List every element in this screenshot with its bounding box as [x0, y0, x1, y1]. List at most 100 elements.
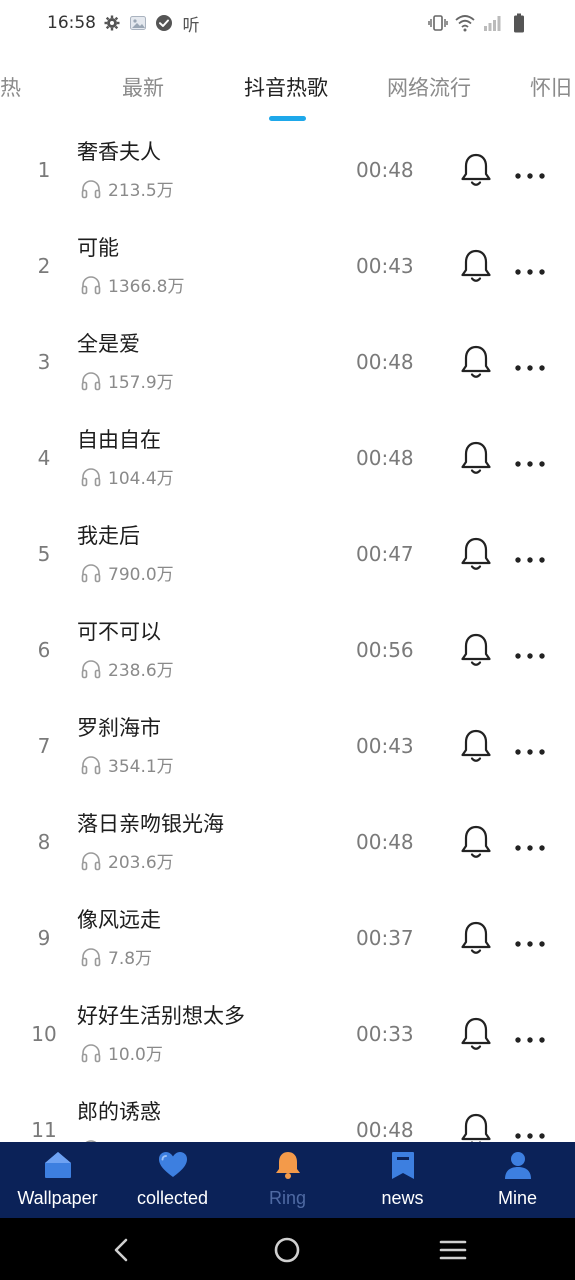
song-list: 1 奢香夫人 213.5万 00:48 2 可能 1366.8万 00:43 3 全是爱 157.9…: [0, 122, 575, 1142]
song-duration: 00:48: [356, 830, 414, 854]
menu-icon[interactable]: [437, 1234, 469, 1266]
bell-icon: [272, 1150, 304, 1180]
more-options-icon[interactable]: [512, 934, 548, 947]
more-options-icon[interactable]: [512, 358, 548, 371]
song-row[interactable]: 4 自由自在 104.4万 00:48: [0, 410, 575, 506]
song-row[interactable]: 1 奢香夫人 213.5万 00:48: [0, 122, 575, 218]
set-ringtone-bell-icon[interactable]: [459, 824, 493, 860]
headphones-icon: [80, 946, 102, 968]
nav-label-ring: Ring: [268, 1188, 307, 1208]
more-options-icon[interactable]: [512, 1030, 548, 1043]
user-icon: [502, 1150, 534, 1180]
play-count: 238.6万: [108, 661, 174, 681]
headphones-icon: [80, 754, 102, 776]
status-right-icons: [428, 12, 529, 34]
song-title: 全是爱: [77, 332, 140, 356]
set-ringtone-bell-icon[interactable]: [459, 536, 493, 572]
set-ringtone-bell-icon[interactable]: [459, 728, 493, 764]
song-rank: 8: [37, 830, 51, 854]
more-options-icon[interactable]: [512, 838, 548, 851]
song-row[interactable]: 8 落日亲吻银光海 203.6万 00:48: [0, 794, 575, 890]
nav-mine[interactable]: Mine: [460, 1142, 575, 1218]
song-row[interactable]: 9 像风远走 7.8万 00:37: [0, 890, 575, 986]
app-root: 16:58 听 热 最新 抖音热歌 网络流行 怀旧 1 奢香夫人 213.5万 …: [0, 0, 575, 1280]
play-count: 354.1万: [108, 757, 174, 777]
headphones-icon: [80, 658, 102, 680]
tab-internet-popular[interactable]: 网络流行: [387, 72, 471, 102]
system-nav-bar: [0, 1218, 575, 1280]
song-plays: 203.6万: [80, 848, 174, 873]
song-duration: 00:47: [356, 542, 414, 566]
category-tabs: 热 最新 抖音热歌 网络流行 怀旧: [0, 58, 575, 124]
nav-wallpaper[interactable]: Wallpaper: [0, 1142, 115, 1218]
set-ringtone-bell-icon[interactable]: [459, 1112, 493, 1142]
play-count: 7.8万: [108, 949, 153, 969]
tab-latest[interactable]: 最新: [122, 72, 164, 102]
song-row[interactable]: 6 可不可以 238.6万 00:56: [0, 602, 575, 698]
play-count: 790.0万: [108, 565, 174, 585]
set-ringtone-bell-icon[interactable]: [459, 920, 493, 956]
headphones-icon: [80, 274, 102, 296]
play-count: 1366.8万: [108, 277, 185, 297]
back-icon[interactable]: [106, 1234, 138, 1266]
battery-icon: [509, 12, 529, 34]
song-rank: 2: [37, 254, 51, 278]
play-count: 203.6万: [108, 853, 174, 873]
song-row[interactable]: 7 罗刹海市 354.1万 00:43: [0, 698, 575, 794]
song-title: 罗刹海市: [77, 716, 161, 740]
song-duration: 00:48: [356, 446, 414, 470]
song-duration: 00:33: [356, 1022, 414, 1046]
song-duration: 00:43: [356, 254, 414, 278]
song-duration: 00:48: [356, 1118, 414, 1142]
headphones-icon: [80, 850, 102, 872]
more-options-icon[interactable]: [512, 166, 548, 179]
nav-news[interactable]: news: [345, 1142, 460, 1218]
home-circle-icon[interactable]: [271, 1234, 303, 1266]
song-row[interactable]: 2 可能 1366.8万 00:43: [0, 218, 575, 314]
headphones-icon: [80, 562, 102, 584]
song-row[interactable]: 11郎的诱惑140.0万00:48: [0, 1082, 575, 1142]
song-row[interactable]: 3 全是爱 157.9万 00:48: [0, 314, 575, 410]
status-left-icons: 听: [102, 12, 202, 36]
nav-collected[interactable]: collected: [115, 1142, 230, 1218]
nav-label-collected: collected: [136, 1188, 209, 1208]
more-options-icon[interactable]: [512, 454, 548, 467]
song-title: 我走后: [77, 524, 140, 548]
set-ringtone-bell-icon[interactable]: [459, 632, 493, 668]
headphones-icon: [80, 370, 102, 392]
tab-hot[interactable]: 热: [0, 72, 21, 102]
tab-nostalgic[interactable]: 怀旧: [530, 72, 572, 102]
set-ringtone-bell-icon[interactable]: [459, 344, 493, 380]
more-options-icon[interactable]: [512, 550, 548, 563]
set-ringtone-bell-icon[interactable]: [459, 248, 493, 284]
bottom-nav: Wallpaper collected Ring news Mine: [0, 1142, 575, 1218]
more-options-icon[interactable]: [512, 646, 548, 659]
more-options-icon[interactable]: [512, 742, 548, 755]
nav-label-wallpaper: Wallpaper: [17, 1188, 98, 1208]
set-ringtone-bell-icon[interactable]: [459, 440, 493, 476]
more-options-icon[interactable]: [512, 1126, 548, 1139]
song-plays: 10.0万: [80, 1040, 163, 1065]
song-rank: 5: [37, 542, 51, 566]
song-duration: 00:48: [356, 350, 414, 374]
headphones-icon: [80, 1042, 102, 1064]
gear-icon: [102, 12, 122, 34]
song-row[interactable]: 5 我走后 790.0万 00:47: [0, 506, 575, 602]
song-plays: 354.1万: [80, 752, 174, 777]
signal-icon: [482, 12, 502, 34]
image-icon: [128, 12, 148, 34]
set-ringtone-bell-icon[interactable]: [459, 1016, 493, 1052]
song-row[interactable]: 10 好好生活别想太多 10.0万 00:33: [0, 986, 575, 1082]
song-rank: 11: [31, 1118, 57, 1142]
set-ringtone-bell-icon[interactable]: [459, 152, 493, 188]
tab-douyin-hot[interactable]: 抖音热歌: [244, 72, 328, 102]
headphones-icon: [80, 178, 102, 200]
song-rank: 9: [37, 926, 51, 950]
more-options-icon[interactable]: [512, 262, 548, 275]
vibrate-icon: [428, 12, 448, 34]
song-rank: 10: [31, 1022, 57, 1046]
song-title: 像风远走: [77, 908, 161, 932]
nav-ring[interactable]: Ring: [230, 1142, 345, 1218]
listen-icon: 听: [182, 15, 200, 36]
song-rank: 6: [37, 638, 51, 662]
